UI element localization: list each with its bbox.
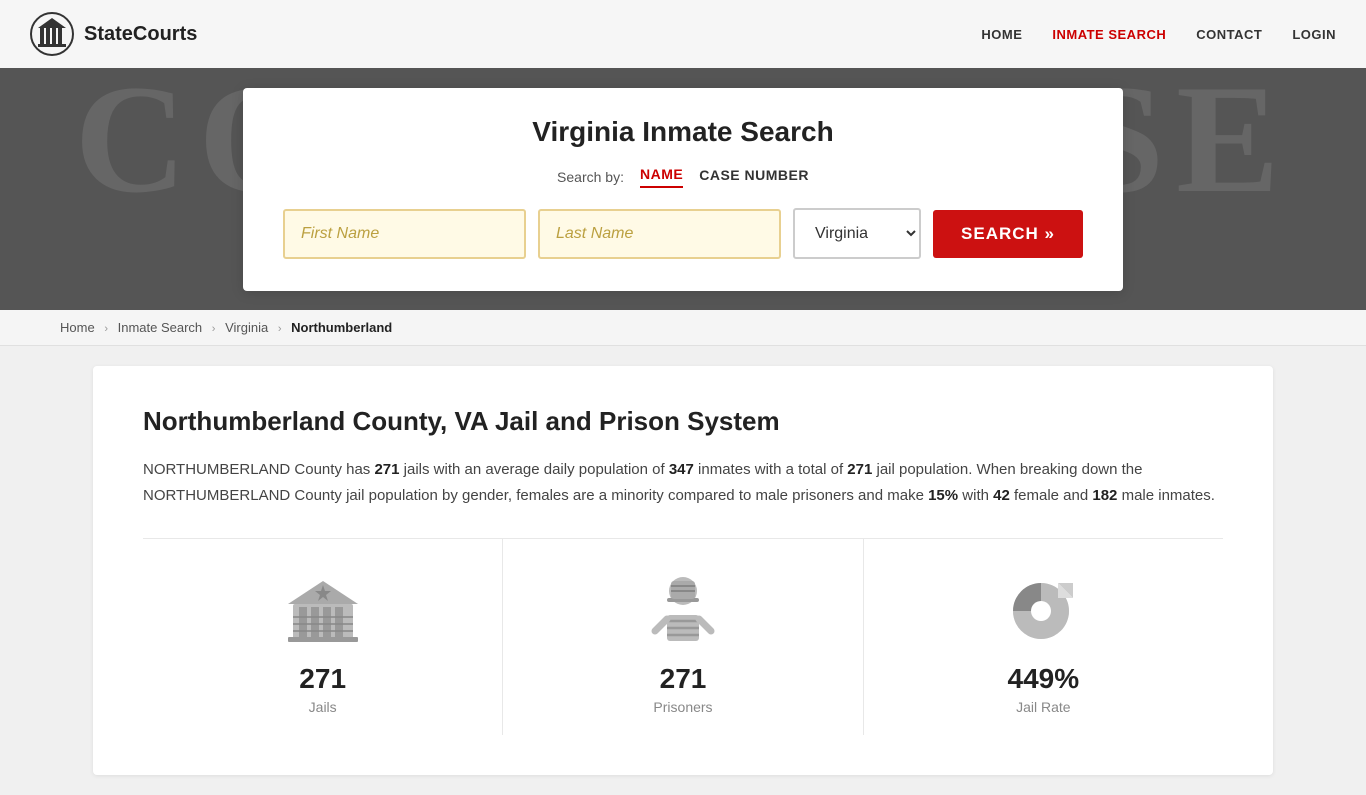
avg-population: 347	[669, 461, 694, 478]
main-content: Northumberland County, VA Jail and Priso…	[93, 366, 1273, 775]
breadcrumb-home[interactable]: Home	[60, 320, 95, 335]
prisoners-label: Prisoners	[653, 699, 712, 715]
stat-prisoners: 271 Prisoners	[503, 539, 863, 735]
logo-text: StateCourts	[84, 23, 197, 46]
nav-contact[interactable]: CONTACT	[1196, 27, 1262, 42]
stat-jails: 271 Jails	[143, 539, 503, 735]
breadcrumb-sep-3: ›	[278, 323, 282, 335]
nav-login[interactable]: LOGIN	[1292, 27, 1336, 42]
county-description: NORTHUMBERLAND County has 271 jails with…	[143, 457, 1223, 508]
search-card-title: Virginia Inmate Search	[283, 116, 1083, 148]
nav-links: HOME INMATE SEARCH CONTACT LOGIN	[981, 27, 1336, 42]
male-count: 182	[1092, 487, 1117, 504]
rate-label: Jail Rate	[1016, 699, 1070, 715]
first-name-input[interactable]	[283, 209, 526, 259]
total-jails: 271	[847, 461, 872, 478]
state-select[interactable]: Virginia Alabama Alaska Arizona Californ…	[793, 208, 921, 259]
breadcrumb-current: Northumberland	[291, 320, 392, 335]
prisoners-icon	[643, 569, 723, 649]
logo-area[interactable]: StateCourts	[30, 12, 197, 56]
tab-case-number[interactable]: CASE NUMBER	[699, 167, 809, 187]
stats-row: 271 Jails	[143, 538, 1223, 735]
search-by-label: Search by:	[557, 169, 624, 185]
logo-icon	[30, 12, 74, 56]
search-button[interactable]: SEARCH »	[933, 210, 1083, 258]
breadcrumb-sep-2: ›	[212, 323, 216, 335]
jails-label: Jails	[309, 699, 337, 715]
prisoners-number: 271	[660, 663, 707, 695]
nav-inmate-search[interactable]: INMATE SEARCH	[1052, 27, 1166, 42]
rate-icon	[1003, 569, 1083, 649]
female-pct: 15%	[928, 487, 958, 504]
top-nav: StateCourts HOME INMATE SEARCH CONTACT L…	[0, 0, 1366, 68]
search-by-row: Search by: NAME CASE NUMBER	[283, 166, 1083, 188]
breadcrumb-inmate-search[interactable]: Inmate Search	[118, 320, 203, 335]
jails-count: 271	[374, 461, 399, 478]
tab-name[interactable]: NAME	[640, 166, 683, 188]
county-title: Northumberland County, VA Jail and Priso…	[143, 406, 1223, 437]
county-upper-text: NORTHUMBERLAND	[143, 461, 290, 478]
search-card: Virginia Inmate Search Search by: NAME C…	[243, 88, 1123, 291]
breadcrumb: Home › Inmate Search › Virginia › Northu…	[0, 310, 1366, 346]
last-name-input[interactable]	[538, 209, 781, 259]
jails-icon	[283, 569, 363, 649]
stat-rate: 449% Jail Rate	[864, 539, 1223, 735]
female-count: 42	[993, 487, 1010, 504]
nav-home[interactable]: HOME	[981, 27, 1022, 42]
breadcrumb-state[interactable]: Virginia	[225, 320, 268, 335]
header: COURTHOUSE StateCourts HOME INMATE SEARC…	[0, 0, 1366, 310]
rate-number: 449%	[1008, 663, 1080, 695]
search-fields-row: Virginia Alabama Alaska Arizona Californ…	[283, 208, 1083, 259]
jails-number: 271	[299, 663, 346, 695]
breadcrumb-sep-1: ›	[104, 323, 108, 335]
